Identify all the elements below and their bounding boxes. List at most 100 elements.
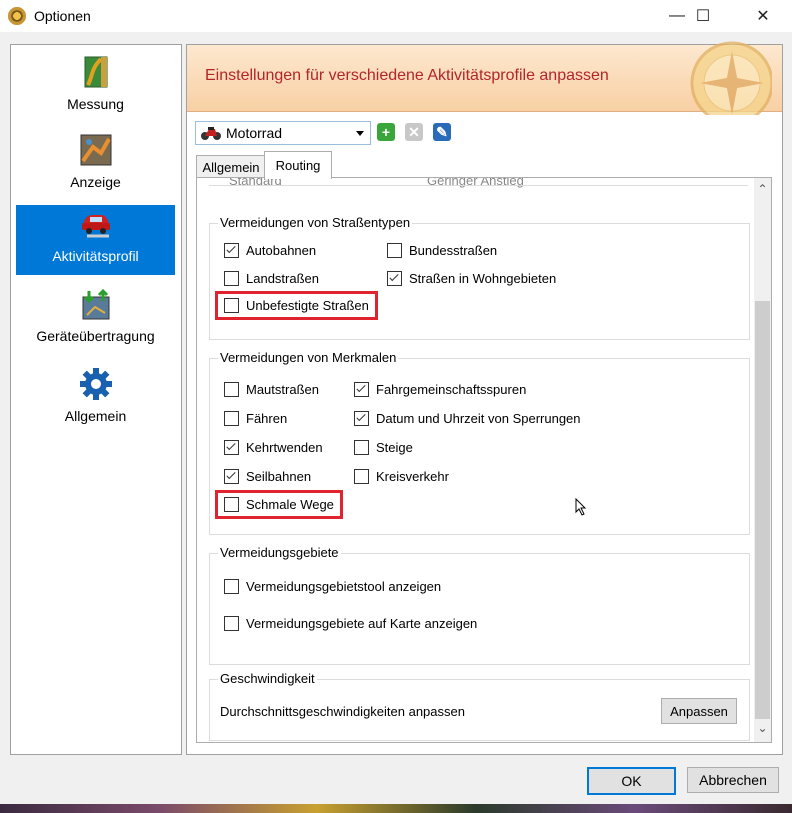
close-button[interactable]: ✕ [740, 0, 786, 32]
checkbox-label: Mautstraßen [246, 382, 319, 397]
device-transfer-icon [82, 288, 109, 320]
checkbox-mautstrassen[interactable]: Mautstraßen [224, 382, 319, 397]
gear-icon [79, 368, 112, 400]
ruler-map-icon [84, 56, 107, 88]
checkbox-fahrgemeinschaftsspuren[interactable]: Fahrgemeinschaftsspuren [354, 382, 526, 397]
nav-item-anzeige[interactable]: Anzeige [16, 133, 175, 195]
checkbox-bundesstrassen[interactable]: Bundesstraßen [387, 243, 497, 258]
checkbox-label: Bundesstraßen [409, 243, 498, 258]
background-strip [0, 804, 792, 813]
checkbox-schmale-wege[interactable]: Schmale Wege [215, 490, 343, 519]
checkbox-unchecked[interactable] [224, 411, 239, 426]
checkbox-label: Autobahnen [246, 243, 317, 258]
checkbox-unchecked[interactable] [387, 243, 402, 258]
maximize-button[interactable]: ☐ [680, 0, 726, 32]
chevron-down-icon [356, 131, 364, 136]
nav-label-messung: Messung [67, 96, 124, 112]
checkbox-unchecked[interactable] [224, 616, 239, 631]
checkbox-label: Fähren [246, 411, 288, 426]
checkbox-checked[interactable] [354, 382, 369, 397]
map-display-icon [80, 134, 111, 166]
window-title: Optionen [34, 8, 91, 24]
checkbox-label: Schmale Wege [246, 497, 334, 512]
checkbox-label: Vermeidungsgebiete auf Karte anzeigen [246, 616, 478, 631]
edit-profile-button[interactable]: ✎ [433, 123, 451, 141]
checkbox-label: Steige [376, 440, 413, 455]
nav-label-geraeteuebertragung: Geräteübertragung [36, 328, 155, 344]
checkbox-checked[interactable] [387, 271, 402, 286]
checkbox-unchecked[interactable] [224, 298, 239, 313]
checkbox-kreisverkehr[interactable]: Kreisverkehr [354, 469, 449, 484]
ok-button[interactable]: OK [587, 767, 676, 795]
checkbox-label: Datum und Uhrzeit von Sperrungen [376, 411, 581, 426]
nav-item-aktivitaetsprofil[interactable]: Aktivitätsprofil [16, 205, 175, 275]
checkbox-landstrassen[interactable]: Landstraßen [224, 271, 319, 286]
checkbox-datum-uhrzeit-sperrungen[interactable]: Datum und Uhrzeit von Sperrungen [354, 411, 581, 426]
checkbox-label: Fahrgemeinschaftsspuren [376, 382, 527, 397]
checkbox-checked[interactable] [224, 469, 239, 484]
nav-item-geraeteuebertragung[interactable]: Geräteübertragung [16, 287, 175, 349]
scrollbar-thumb[interactable] [755, 301, 770, 719]
app-icon [8, 7, 26, 25]
checkbox-unchecked[interactable] [354, 440, 369, 455]
group-road-types: Vermeidungen von Straßentypen Autobahnen… [209, 215, 750, 340]
checkbox-checked[interactable] [224, 243, 239, 258]
checkbox-vermeidungsgebietstool[interactable]: Vermeidungsgebietstool anzeigen [224, 579, 441, 594]
checkbox-unbefestigte-strassen[interactable]: Unbefestigte Straßen [215, 291, 378, 320]
settings-panel: Einstellungen für verschiedene Aktivität… [186, 41, 783, 755]
compass-icon [690, 41, 772, 115]
motorcycle-icon [201, 127, 221, 140]
options-nav: Messung Anzeige Aktivitätsprofil Geräteü… [10, 44, 182, 755]
checkbox-autobahnen[interactable]: Autobahnen [224, 243, 316, 258]
checkbox-unchecked[interactable] [224, 497, 239, 512]
cancel-button[interactable]: Abbrechen [687, 767, 779, 793]
group-title-avoid-areas: Vermeidungsgebiete [218, 545, 341, 560]
checkbox-unchecked[interactable] [224, 579, 239, 594]
route-option-low-climb[interactable]: Geringer Anstieg [427, 178, 524, 188]
group-speed: Geschwindigkeit Durchschnittsgeschwindig… [209, 671, 750, 741]
nav-item-allgemein[interactable]: Allgemein [16, 367, 175, 429]
title-bar: Optionen — ☐ ✕ [0, 0, 792, 32]
vertical-scrollbar[interactable]: ⌃ ⌄ [754, 178, 771, 742]
divider [209, 185, 748, 186]
checkbox-seilbahnen[interactable]: Seilbahnen [224, 469, 311, 484]
routing-tab-content: Standard Geringer Anstieg Vermeidungen v… [196, 177, 772, 743]
group-features: Vermeidungen von Merkmalen Mautstraßen F… [209, 350, 750, 535]
checkbox-label: Seilbahnen [246, 469, 312, 484]
checkbox-kehrtwenden[interactable]: Kehrtwenden [224, 440, 323, 455]
checkbox-checked[interactable] [224, 440, 239, 455]
speed-description: Durchschnittsgeschwindigkeiten anpassen [220, 704, 465, 719]
nav-label-allgemein: Allgemein [64, 408, 127, 424]
tab-routing[interactable]: Routing [264, 151, 332, 179]
group-title-road-types: Vermeidungen von Straßentypen [218, 215, 413, 230]
checkbox-unchecked[interactable] [224, 271, 239, 286]
add-profile-button[interactable]: + [377, 123, 395, 141]
checkbox-label: Unbefestigte Straßen [246, 298, 369, 313]
group-avoid-areas: Vermeidungsgebiete Vermeidungsgebietstoo… [209, 545, 750, 665]
tab-allgemein[interactable]: Allgemein [196, 155, 266, 178]
chevron-down-icon[interactable]: ⌄ [754, 721, 771, 738]
chevron-up-icon[interactable]: ⌃ [754, 182, 771, 199]
delete-profile-button[interactable]: ✕ [405, 123, 423, 141]
checkbox-vermeidungsgebiete-karte[interactable]: Vermeidungsgebiete auf Karte anzeigen [224, 616, 477, 631]
nav-item-messung[interactable]: Messung [16, 55, 175, 117]
checkbox-strassen-in-wohngebieten[interactable]: Straßen in Wohngebieten [387, 271, 556, 286]
profile-dropdown[interactable]: Motorrad [195, 121, 371, 145]
checkbox-steige[interactable]: Steige [354, 440, 413, 455]
car-icon [81, 215, 110, 238]
checkbox-label: Landstraßen [246, 271, 319, 286]
checkbox-checked[interactable] [354, 411, 369, 426]
group-title-features: Vermeidungen von Merkmalen [218, 350, 399, 365]
profile-selected: Motorrad [226, 125, 283, 141]
group-title-speed: Geschwindigkeit [218, 671, 317, 686]
anpassen-button[interactable]: Anpassen [661, 698, 737, 724]
banner-title: Einstellungen für verschiedene Aktivität… [205, 67, 609, 84]
checkbox-unchecked[interactable] [224, 382, 239, 397]
checkbox-faehren[interactable]: Fähren [224, 411, 287, 426]
checkbox-unchecked[interactable] [354, 469, 369, 484]
checkbox-label: Kehrtwenden [246, 440, 323, 455]
checkbox-label: Kreisverkehr [376, 469, 449, 484]
checkbox-label: Vermeidungsgebietstool anzeigen [246, 579, 442, 594]
checkbox-label: Straßen in Wohngebieten [409, 271, 557, 286]
mouse-cursor-icon [575, 498, 587, 516]
